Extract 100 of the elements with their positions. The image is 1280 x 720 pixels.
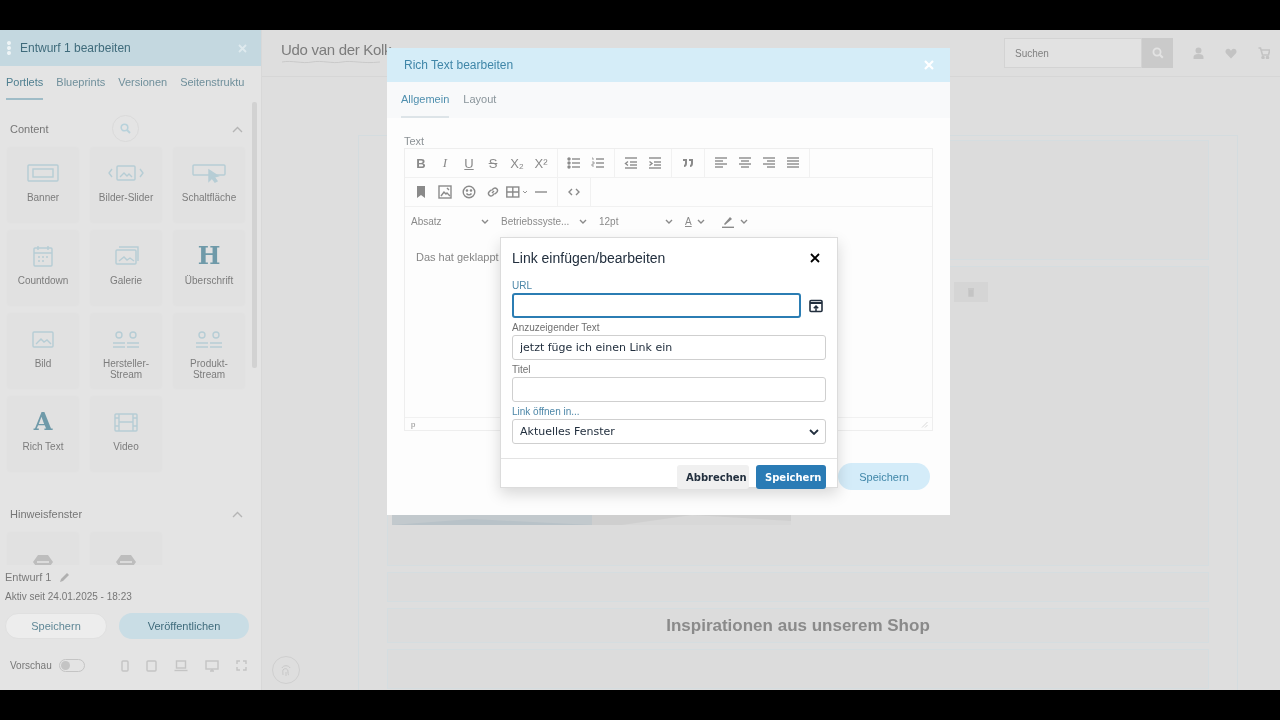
portlet-tile[interactable]: Bilder-Slider — [91, 148, 161, 222]
search-icon — [1151, 47, 1164, 59]
portlet-glyph: H — [197, 243, 221, 269]
dialog-title: Link einfügen/bearbeiten — [512, 249, 666, 266]
pencil-icon[interactable] — [59, 571, 71, 583]
chevron-up-icon[interactable] — [232, 510, 243, 518]
heart-icon[interactable] — [1225, 47, 1237, 59]
sidebar-tab[interactable]: Versionen — [118, 66, 168, 100]
dialog-tab[interactable]: Allgemein — [401, 82, 450, 118]
portlet-tile[interactable]: Produkt-Stream — [174, 314, 244, 388]
dialog-tab[interactable]: Layout — [463, 82, 497, 118]
sidebar-tab[interactable]: Seitenstruktu — [180, 66, 245, 100]
italic-button[interactable]: I — [433, 152, 457, 174]
chevron-down-icon — [579, 218, 587, 224]
portlet-label: Bilder-Slider — [98, 192, 154, 203]
portlet-label: Countdown — [17, 275, 69, 286]
field-label: Text — [404, 135, 426, 148]
justify-icon[interactable] — [786, 156, 800, 170]
preview-toggle[interactable] — [58, 659, 85, 672]
field-label: Titel — [512, 363, 532, 377]
monitor-icon[interactable] — [204, 659, 219, 672]
tablet-icon[interactable] — [145, 659, 157, 672]
portlet-tile[interactable]: Galerie — [91, 231, 161, 305]
align-right-icon[interactable] — [762, 156, 776, 170]
chevron-up-icon[interactable] — [232, 125, 243, 133]
sidebar-tab[interactable]: Portlets — [6, 66, 44, 100]
field-label: Anzuzeigender Text — [512, 321, 601, 335]
portlet-label: Galerie — [109, 275, 143, 286]
url-field[interactable] — [512, 293, 801, 318]
browse-icon[interactable] — [809, 298, 823, 313]
font-family-dropdown[interactable]: Betriebssyste... — [499, 210, 591, 232]
cancel-button[interactable]: Abbrechen — [677, 465, 749, 489]
portlet-tile[interactable]: H Überschrift — [174, 231, 244, 305]
table-icon[interactable] — [506, 185, 528, 199]
font-size-dropdown[interactable]: 12pt — [597, 210, 677, 232]
fullscreen-icon[interactable] — [235, 660, 247, 671]
portlet-label: Produkt-Stream — [189, 358, 229, 380]
portlet-tile[interactable]: Bild — [8, 314, 78, 388]
portlet-label: Überschrift — [184, 275, 234, 286]
chevron-down-icon[interactable] — [739, 218, 748, 224]
cart-icon[interactable] — [1258, 47, 1270, 59]
section-heading: Inspirationen aus unserem Shop — [666, 615, 930, 636]
indent-icon[interactable] — [648, 156, 662, 170]
image-icon[interactable] — [438, 185, 452, 199]
highlighter-icon[interactable] — [720, 214, 735, 228]
chevron-down-icon — [809, 428, 819, 435]
align-center-icon[interactable] — [738, 156, 752, 170]
close-icon[interactable] — [810, 252, 820, 263]
portlet-tile[interactable]: Banner — [8, 148, 78, 222]
outdent-icon[interactable] — [624, 156, 638, 170]
text-field[interactable]: jetzt füge ich einen Link ein — [512, 335, 826, 360]
search-field[interactable]: Suchen — [1004, 38, 1142, 68]
save-button[interactable]: Speichern — [5, 613, 107, 639]
numbered-list-icon[interactable] — [591, 156, 605, 170]
preview-label: Vorschau — [10, 660, 52, 671]
editor-text: Das hat geklappt — [416, 251, 499, 263]
emoji-icon[interactable] — [462, 185, 476, 199]
bookmark-icon[interactable] — [414, 185, 428, 199]
user-icon[interactable] — [1193, 47, 1204, 59]
section-title: Content — [10, 123, 49, 135]
dialog-title: Rich Text bearbeiten — [404, 58, 514, 72]
menu-icon[interactable] — [7, 41, 11, 55]
portlet-icon — [191, 161, 227, 185]
portlet-tile[interactable]: Countdown — [8, 231, 78, 305]
bullet-list-icon[interactable] — [567, 156, 581, 170]
align-left-icon[interactable] — [714, 156, 728, 170]
portlet-tile[interactable]: Hersteller-Stream — [91, 314, 161, 388]
chevron-down-icon — [696, 218, 705, 224]
field-label: URL — [512, 279, 533, 293]
superscript-button[interactable]: X² — [529, 152, 553, 174]
save-button[interactable]: Speichern — [838, 463, 930, 490]
portlet-label: Rich Text — [22, 441, 64, 452]
underline-button[interactable]: U — [457, 152, 481, 174]
phone-icon[interactable] — [120, 659, 129, 672]
bold-button[interactable]: B — [409, 152, 433, 174]
portlet-tile[interactable]: A Rich Text — [8, 397, 78, 471]
subscript-button[interactable]: X₂ — [505, 152, 529, 174]
block-format-dropdown[interactable]: Absatz — [409, 210, 493, 232]
portlet-icon — [25, 161, 61, 185]
search-button[interactable] — [1142, 38, 1173, 68]
portlet-label: Banner — [26, 192, 60, 203]
element-path: p — [411, 419, 416, 429]
laptop-icon[interactable] — [173, 659, 188, 672]
portlet-label: Schaltfläche — [181, 192, 237, 203]
save-button[interactable]: Speichern — [756, 465, 826, 489]
portlet-tile[interactable]: Schaltfläche — [174, 148, 244, 222]
portlet-tile[interactable]: Video — [91, 397, 161, 471]
strikethrough-button[interactable]: S — [481, 152, 505, 174]
draft-status: Aktiv seit 24.01.2025 - 18:23 — [5, 591, 133, 602]
search-button[interactable] — [112, 115, 139, 142]
search-icon — [120, 123, 131, 134]
text-field[interactable] — [512, 377, 826, 402]
publish-button[interactable]: Veröffentlichen — [119, 613, 249, 639]
link-icon[interactable] — [486, 185, 500, 199]
text-color-dropdown[interactable]: A — [683, 210, 709, 232]
quote-icon[interactable] — [681, 156, 695, 170]
draft-name: Entwurf 1 — [5, 571, 52, 583]
select-field[interactable]: Aktuelles Fenster — [512, 419, 826, 444]
sidebar-tab[interactable]: Blueprints — [56, 66, 106, 100]
section-title: Hinweisfenster — [10, 508, 83, 520]
